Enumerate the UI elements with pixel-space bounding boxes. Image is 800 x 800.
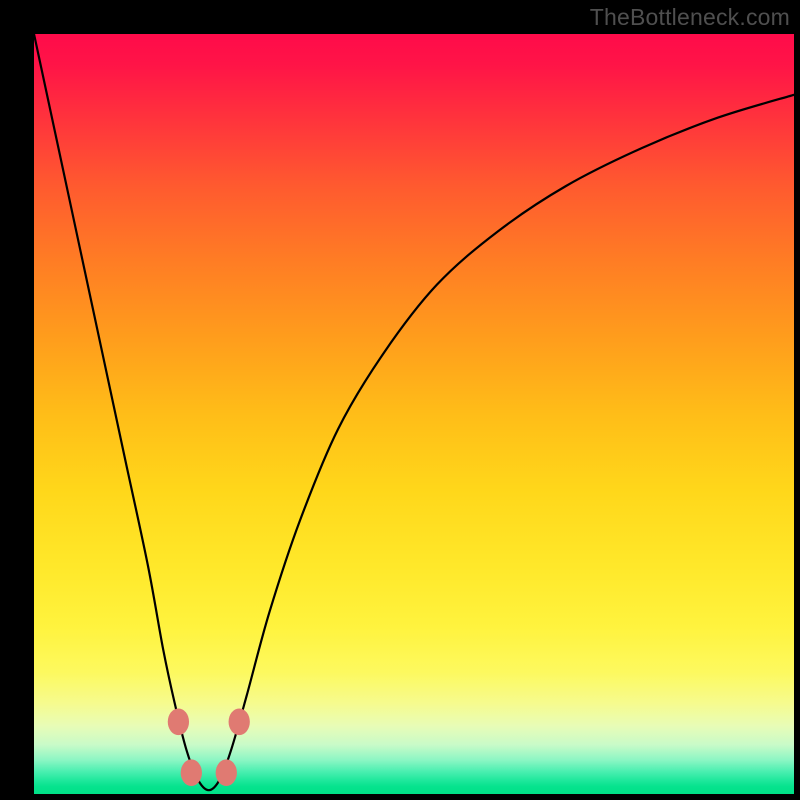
curve-marker bbox=[216, 759, 237, 786]
bottleneck-curve-svg bbox=[34, 34, 794, 794]
chart-frame: TheBottleneck.com bbox=[0, 0, 800, 800]
curve-marker bbox=[168, 709, 189, 736]
plot-area bbox=[34, 34, 794, 794]
curve-marker bbox=[181, 759, 202, 786]
bottleneck-curve bbox=[34, 34, 794, 790]
curve-markers bbox=[168, 709, 250, 787]
curve-marker bbox=[229, 709, 250, 736]
watermark-text: TheBottleneck.com bbox=[590, 4, 790, 31]
